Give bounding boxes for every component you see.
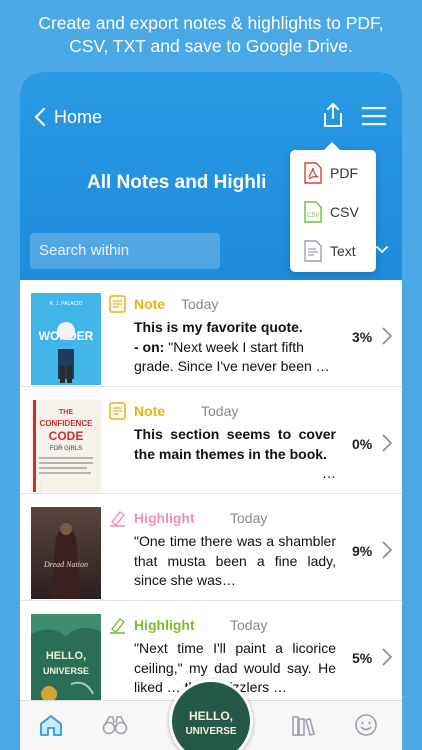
progress-percent: 0%	[352, 436, 373, 452]
export-menu: PDF CSV CSV Text	[290, 142, 376, 272]
pdf-file-icon	[304, 162, 322, 184]
binoculars-icon[interactable]	[102, 713, 128, 737]
search-input[interactable]: Search within	[30, 233, 220, 269]
home-icon[interactable]	[38, 713, 64, 737]
library-icon[interactable]	[290, 713, 316, 737]
entry-on-label: - on:	[134, 338, 165, 355]
export-csv-label: CSV	[330, 204, 359, 220]
entry-type: Note	[134, 296, 166, 312]
tab-bar: HELLO, UNIVERSE	[20, 679, 402, 750]
progress-percent: 5%	[352, 650, 373, 666]
promo-line-1: Create and export notes & highlights to …	[38, 13, 384, 33]
svg-text:THE: THE	[59, 409, 73, 416]
svg-text:CSV: CSV	[307, 213, 319, 219]
promo-line-2: CSV, TXT and save to Google Drive.	[69, 36, 353, 56]
progress-percent: 9%	[352, 543, 373, 559]
page-title: All Notes and Highli	[87, 172, 267, 193]
svg-text:CODE: CODE	[49, 429, 84, 443]
note-icon	[109, 402, 126, 420]
svg-text:UNIVERSE: UNIVERSE	[43, 666, 89, 676]
csv-file-icon: CSV	[304, 201, 322, 223]
chevron-down-icon[interactable]	[376, 246, 388, 254]
export-csv-item[interactable]: CSV CSV	[304, 199, 359, 225]
back-label: Home	[54, 106, 103, 127]
export-pdf-label: PDF	[330, 165, 358, 181]
progress-percent: 3%	[352, 329, 373, 345]
entry-excerpt: This is my favorite quote. - on: "Next w…	[134, 318, 336, 377]
list-item[interactable]: Dread Nation Highlight Today "One time t…	[20, 494, 402, 601]
entry-type: Note	[134, 403, 166, 419]
list-item[interactable]: THE CONFIDENCE CODE FOR GIRLS Note Today…	[20, 387, 402, 494]
chevron-right-icon	[382, 327, 392, 345]
list-item[interactable]: R. J. PALACIO WONDER Note Today This is …	[20, 280, 402, 387]
text-file-icon	[304, 240, 322, 262]
entry-excerpt: This section seems to cover the main the…	[134, 425, 336, 484]
export-pdf-item[interactable]: PDF	[304, 160, 358, 186]
app-screen: Home All Notes and Highli Search within …	[20, 72, 402, 750]
smiley-icon[interactable]	[353, 713, 379, 737]
entry-date: Today	[181, 296, 219, 312]
entry-date: Today	[230, 617, 268, 633]
back-button[interactable]: Home	[34, 104, 102, 130]
entry-title: This is my favorite quote.	[134, 319, 303, 335]
book-cover-hello-universe: HELLO, UNIVERSE	[31, 614, 101, 706]
export-text-item[interactable]: Text	[304, 238, 356, 264]
note-icon	[109, 295, 126, 313]
entry-text: …	[322, 465, 336, 481]
book-cover-dread-nation: Dread Nation	[31, 507, 101, 599]
current-book-cover: HELLO, UNIVERSE	[172, 682, 250, 750]
svg-text:HELLO,: HELLO,	[189, 709, 233, 723]
entry-date: Today	[201, 403, 239, 419]
highlighter-icon	[110, 618, 125, 634]
menu-icon[interactable]	[362, 105, 386, 127]
svg-text:HELLO,: HELLO,	[46, 650, 86, 662]
export-text-label: Text	[330, 243, 356, 259]
promo-caption: Create and export notes & highlights to …	[0, 12, 422, 58]
entry-type: Highlight	[134, 617, 195, 633]
entry-text: "Next week I start fifth grade. Since I'…	[134, 338, 330, 375]
highlighter-icon	[110, 511, 125, 527]
entry-title: This section seems to cover the main the…	[134, 426, 336, 462]
share-icon[interactable]	[321, 102, 345, 128]
chevron-left-icon	[34, 107, 46, 127]
cover-subtitle: FOR GIRLS	[50, 446, 82, 452]
entry-date: Today	[230, 510, 268, 526]
chevron-right-icon	[382, 434, 392, 452]
svg-text:UNIVERSE: UNIVERSE	[185, 726, 236, 737]
cover-title: Dread Nation	[43, 560, 88, 569]
chevron-right-icon	[382, 648, 392, 666]
cover-author: R. J. PALACIO	[50, 301, 83, 307]
book-cover-wonder: R. J. PALACIO WONDER	[31, 293, 101, 385]
chevron-right-icon	[382, 541, 392, 559]
svg-text:CONFIDENCE: CONFIDENCE	[40, 419, 94, 428]
book-cover-confidence-code: THE CONFIDENCE CODE FOR GIRLS	[31, 400, 101, 492]
entry-text: "One time there was a shambler that must…	[134, 533, 336, 588]
entry-type: Highlight	[134, 510, 195, 526]
